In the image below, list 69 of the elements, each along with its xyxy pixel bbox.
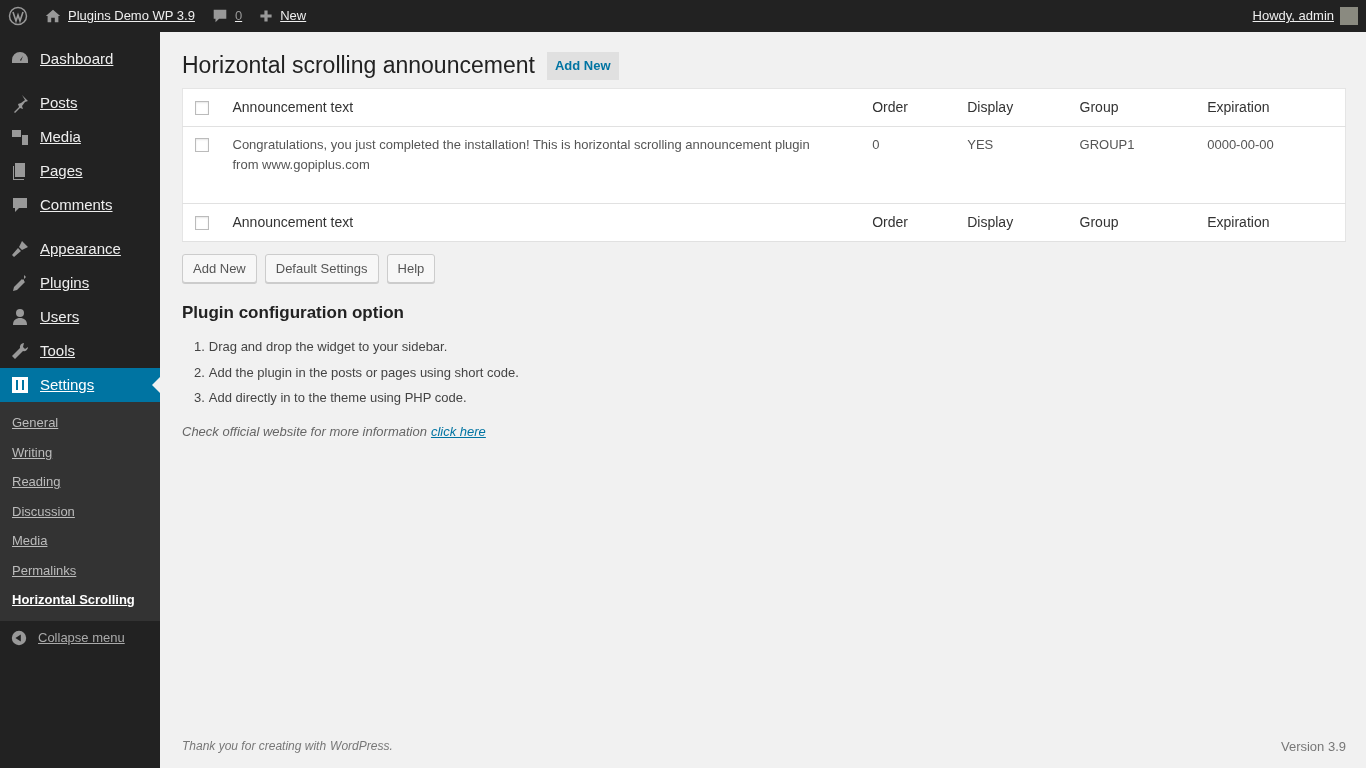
avatar-placeholder <box>1340 7 1358 25</box>
menu-item[interactable]: Users <box>0 300 160 334</box>
home-icon <box>44 7 62 25</box>
menu-item[interactable]: Plugins <box>0 266 160 300</box>
comment-count: 0 <box>234 7 243 26</box>
brush-icon <box>10 239 30 259</box>
column-header: Display <box>957 88 1070 127</box>
list-item-text: Drag and drop the widget to your sidebar. <box>208 338 448 357</box>
column-header: Expiration <box>1197 203 1346 242</box>
table-cell: 0 <box>862 126 958 204</box>
column-header: Announcement text <box>222 88 863 127</box>
account-link[interactable]: Howdy, admin <box>1244 0 1366 32</box>
list-number: 2. <box>194 364 205 382</box>
footer-text: Thank you for creating with <box>182 738 327 756</box>
triangle-left-icon <box>10 628 28 647</box>
checkbox[interactable] <box>195 138 209 153</box>
plus-icon <box>258 8 275 24</box>
column-header: Order <box>862 203 958 242</box>
table-cell: GROUP1 <box>1069 126 1198 204</box>
submenu-item[interactable]: Horizontal Scrolling <box>0 585 160 615</box>
wordpress-logo-icon <box>8 6 28 26</box>
menu-item[interactable]: Appearance <box>0 232 160 266</box>
checkbox[interactable] <box>195 215 209 230</box>
new-link[interactable]: New <box>250 0 315 32</box>
list-item-text: Add the plugin in the posts or pages using short code. <box>208 364 519 382</box>
checkbox[interactable] <box>195 100 209 115</box>
menu-item[interactable]: Pages <box>0 154 160 188</box>
menu-item[interactable]: Settings <box>0 368 160 402</box>
action-button[interactable]: Default Settings <box>264 253 379 284</box>
list-item-text: Add directly in to the theme using PHP code. <box>208 389 467 408</box>
wordpress-link[interactable]: WordPress. <box>330 737 393 756</box>
sliders-icon <box>10 375 30 395</box>
column-header: Expiration <box>1197 88 1346 127</box>
list-number: 3. <box>194 389 205 408</box>
section-heading: Plugin configuration option <box>182 303 405 324</box>
menu-item[interactable]: Dashboard <box>0 42 160 76</box>
website-link[interactable]: click here <box>430 422 486 442</box>
column-header: Order <box>862 88 958 127</box>
menu-item[interactable]: Tools <box>0 334 160 368</box>
submenu-item[interactable]: General <box>0 408 160 438</box>
site-name-link[interactable]: Plugins Demo WP 3.9 <box>36 0 203 32</box>
speech-bubble-icon <box>10 195 30 215</box>
version-text: Version 3.9 <box>1280 737 1346 756</box>
info-text: Check official website for more information <box>182 423 427 441</box>
menu-item[interactable]: Media <box>0 120 160 154</box>
list-number: 1. <box>194 338 205 357</box>
menu-item[interactable]: Comments <box>0 188 160 222</box>
column-header: Group <box>1069 88 1198 127</box>
media-icon <box>10 127 30 147</box>
collapse-menu-button[interactable]: Collapse menu <box>0 620 160 655</box>
action-button[interactable]: Help <box>386 253 436 284</box>
wrench-icon <box>10 341 30 361</box>
submenu-item[interactable]: Media <box>0 526 160 556</box>
submenu-item[interactable]: Permalinks <box>0 555 160 585</box>
column-header: Group <box>1069 203 1198 242</box>
column-header: Announcement text <box>222 203 863 242</box>
table-cell: YES <box>957 126 1070 204</box>
menu-item[interactable]: Posts <box>0 86 160 120</box>
column-header: Display <box>957 203 1070 242</box>
add-new-button[interactable]: Add New <box>546 52 619 80</box>
page-title: Horizontal scrolling announcement <box>182 52 535 80</box>
action-button[interactable]: Add New <box>182 253 257 284</box>
submenu-item[interactable]: Writing <box>0 437 160 467</box>
user-icon <box>10 307 30 327</box>
table-cell: Congratulations, you just completed the installation! This is horizontal scrolling announcement plugin from www.gopiplus.com <box>222 126 863 204</box>
submenu-item[interactable]: Discussion <box>0 496 160 526</box>
submenu-item[interactable]: Reading <box>0 467 160 497</box>
comments-link[interactable]: 0 <box>202 0 251 32</box>
table-cell: 0000-00-00 <box>1197 126 1346 204</box>
